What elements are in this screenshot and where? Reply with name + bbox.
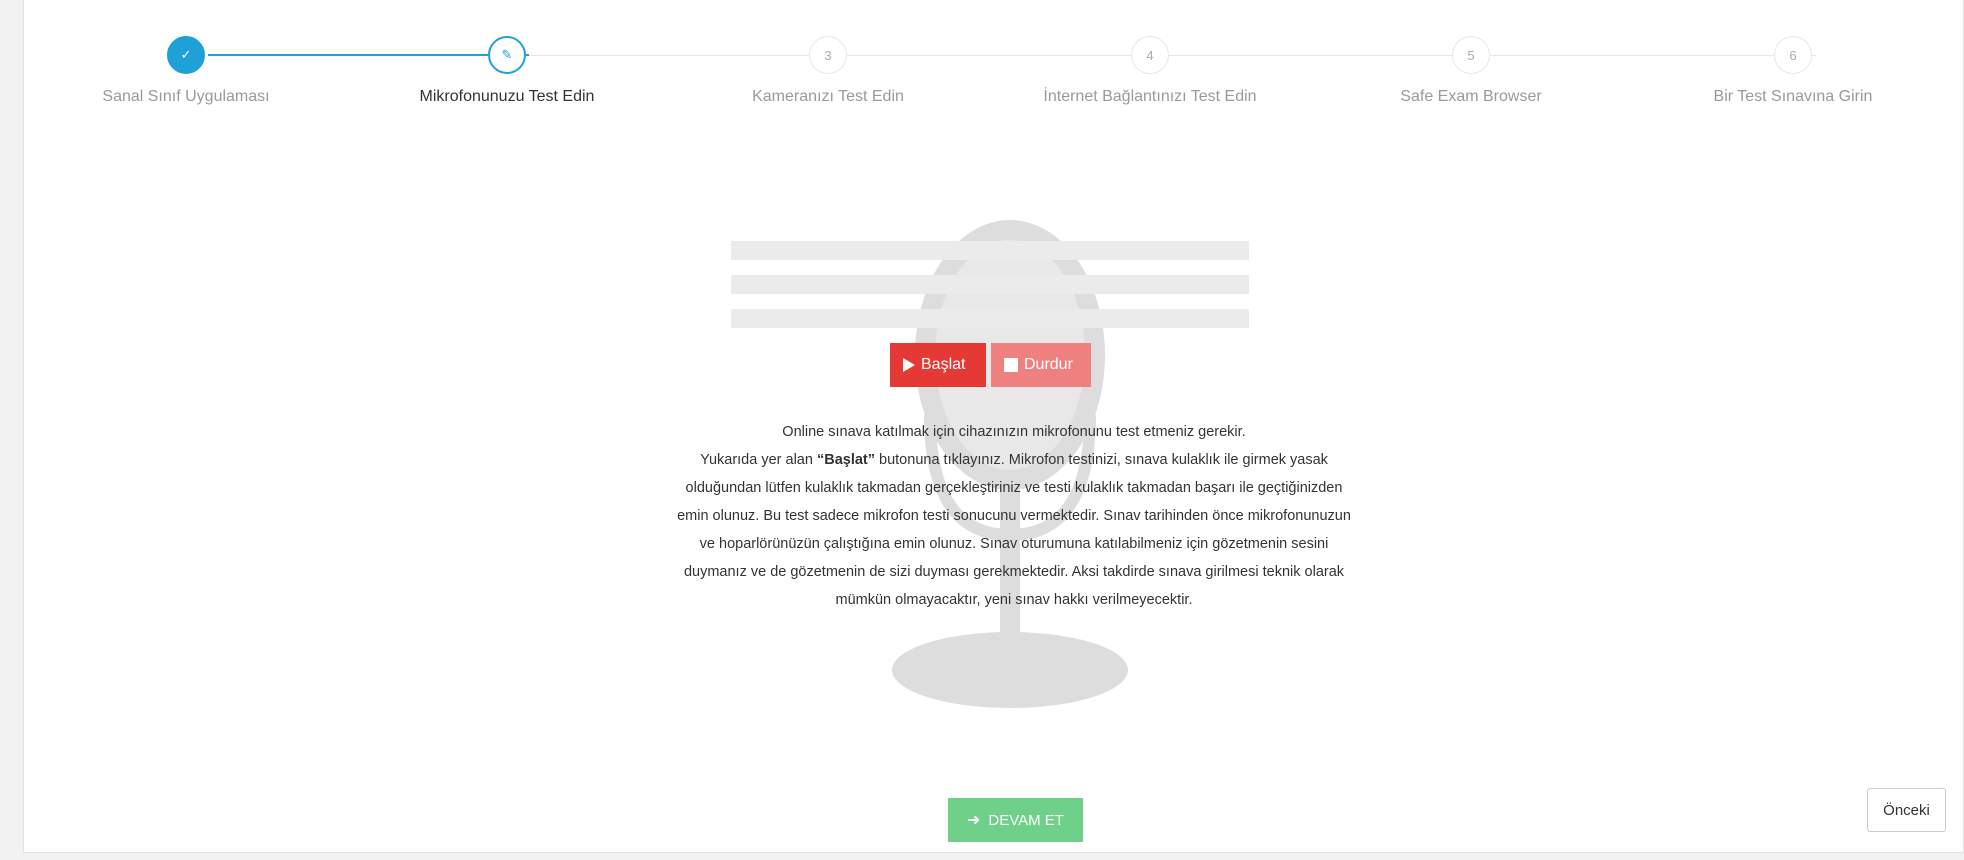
level-meter-bar — [731, 275, 1249, 294]
instructions-text: Online sınava katılmak için cihazınızın … — [674, 418, 1354, 614]
step-2[interactable]: ✎ Mikrofonunuzu Test Edin — [347, 36, 667, 106]
step-connector — [529, 55, 1816, 56]
step-label: Bir Test Sınavına Girin — [1713, 88, 1873, 105]
step-label: Kameranızı Test Edin — [752, 88, 904, 105]
pencil-icon: ✎ — [488, 36, 526, 74]
continue-label: DEVAM ET — [988, 811, 1064, 829]
continue-button[interactable]: ➜ DEVAM ET — [948, 798, 1083, 842]
step-6[interactable]: 6 Bir Test Sınavına Girin — [1633, 36, 1953, 106]
stop-label: Durdur — [1024, 356, 1073, 373]
step-3[interactable]: 3 Kameranızı Test Edin — [668, 36, 988, 106]
step-label: Safe Exam Browser — [1400, 88, 1542, 105]
mic-controls: Başlat Durdur — [890, 343, 1091, 387]
stop-icon — [1004, 358, 1018, 372]
stop-button[interactable]: Durdur — [991, 343, 1091, 387]
step-4[interactable]: 4 İnternet Bağlantınızı Test Edin — [990, 36, 1310, 106]
instructions-rest: butonuna tıklayınız. Mikrofon testinizi,… — [677, 452, 1351, 608]
instructions-line-1: Online sınava katılmak için cihazınızın … — [782, 424, 1246, 440]
start-label: Başlat — [921, 356, 966, 373]
instructions-body: Yukarıda yer alan “Başlat” butonuna tıkl… — [674, 446, 1354, 614]
previous-button[interactable]: Önceki — [1867, 788, 1946, 832]
wizard-card: ✓ Sanal Sınıf Uygulaması ✎ Mikrofonunuzu… — [23, 0, 1964, 853]
start-button[interactable]: Başlat — [890, 343, 986, 387]
arrow-right-icon: ➜ — [967, 812, 981, 829]
step-number: 5 — [1452, 36, 1490, 74]
step-5[interactable]: 5 Safe Exam Browser — [1311, 36, 1631, 106]
check-icon: ✓ — [167, 36, 205, 74]
stepper: ✓ Sanal Sınıf Uygulaması ✎ Mikrofonunuzu… — [24, 0, 1964, 130]
level-meter-bar — [731, 309, 1249, 328]
step-label: İnternet Bağlantınızı Test Edin — [1043, 88, 1257, 105]
step-label: Sanal Sınıf Uygulaması — [102, 88, 270, 105]
step-number: 4 — [1131, 36, 1169, 74]
step-number: 6 — [1774, 36, 1812, 74]
step-number: 3 — [809, 36, 847, 74]
play-icon — [903, 358, 915, 372]
step-label: Mikrofonunuzu Test Edin — [419, 88, 595, 105]
step-1[interactable]: ✓ Sanal Sınıf Uygulaması — [26, 36, 346, 106]
instructions-bold: “Başlat” — [816, 452, 875, 468]
level-meter-bar — [731, 241, 1249, 260]
step-connector — [208, 54, 529, 56]
instructions-prefix: Yukarıda yer alan — [700, 452, 817, 468]
